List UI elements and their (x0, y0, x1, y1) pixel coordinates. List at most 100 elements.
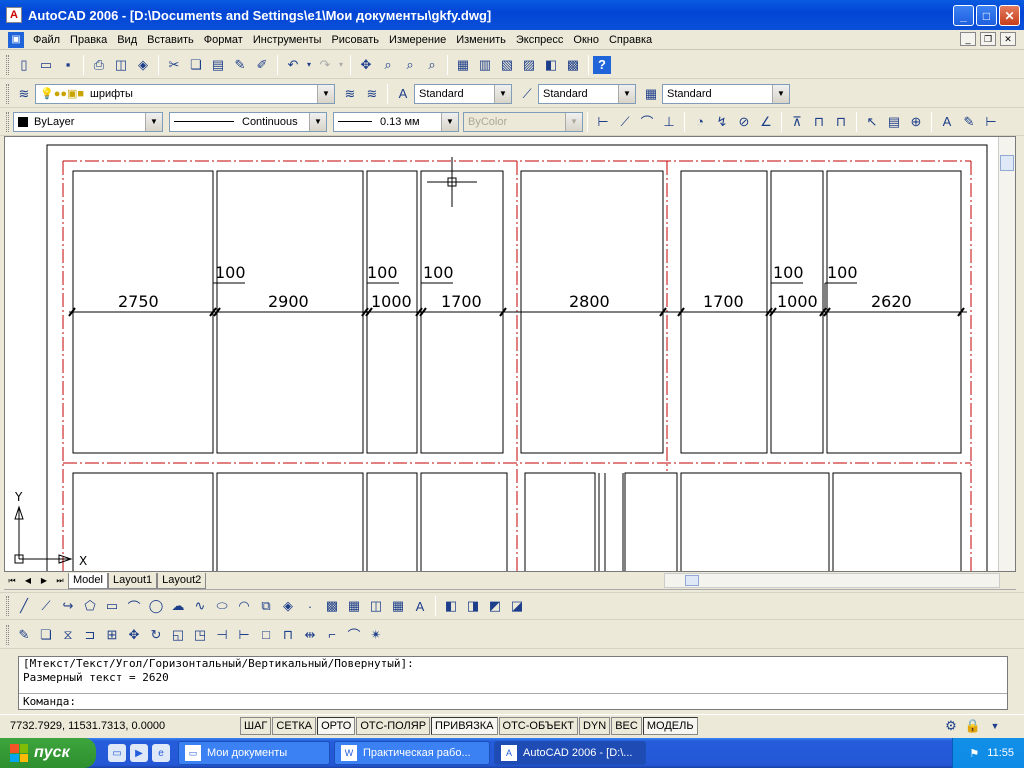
menu-draw[interactable]: Рисовать (326, 34, 384, 46)
dim-arc-icon[interactable]: ⌒ (636, 111, 658, 133)
start-button[interactable]: пуск (0, 738, 96, 768)
quick-dim-icon[interactable]: ⊼ (786, 111, 808, 133)
snap-button[interactable]: ШАГ (240, 716, 272, 735)
chevron-down-icon[interactable]: ▼ (441, 112, 458, 131)
redo-dropdown-icon[interactable]: ▾ (336, 54, 346, 76)
document-icon[interactable]: ▣ (8, 31, 24, 48)
polyline-icon[interactable]: ↪ (57, 595, 79, 617)
drawing-svg[interactable]: 2750 2900 1000 1700 2800 1700 1000 2620 … (5, 137, 999, 572)
polar-button[interactable]: ОТС-ПОЛЯР (356, 716, 431, 735)
break-at-point-icon[interactable]: □ (255, 624, 277, 646)
drawing-canvas[interactable]: 2750 2900 1000 1700 2800 1700 1000 2620 … (4, 136, 1016, 572)
region-icon[interactable]: ◫ (365, 595, 387, 617)
trim-icon[interactable]: ⊣ (211, 624, 233, 646)
last-tab-icon[interactable]: ⏭ (52, 574, 68, 588)
dim-baseline-icon[interactable]: ⊓ (808, 111, 830, 133)
toolbar-grip[interactable] (6, 83, 9, 104)
rectangle-icon[interactable]: ▭ (101, 595, 123, 617)
lineweight-select[interactable]: 0.13 мм ▼ (333, 111, 459, 132)
sheet-set-icon[interactable]: ▨ (518, 54, 540, 76)
spline-icon[interactable]: ∿ (189, 595, 211, 617)
dim-text[interactable]: 2900 (268, 292, 309, 311)
dim-text[interactable]: 1000 (371, 292, 412, 311)
dim-style-icon[interactable]: ⟋ (516, 83, 538, 105)
line-icon[interactable]: ╱ (13, 595, 35, 617)
hatch-icon[interactable]: ▩ (321, 595, 343, 617)
menu-window[interactable]: Окно (568, 34, 604, 46)
language-icon[interactable]: ⚑ (969, 747, 979, 760)
quick-leader-icon[interactable]: ↖ (861, 111, 883, 133)
chevron-down-icon[interactable]: ▼ (772, 84, 789, 103)
scale-icon[interactable]: ◱ (167, 624, 189, 646)
tool-palettes-icon[interactable]: ▧ (496, 54, 518, 76)
vertical-scrollbar[interactable] (998, 137, 1015, 571)
layer-manager-icon[interactable]: ≋ (13, 83, 35, 105)
doc-restore-button[interactable]: ❐ (980, 32, 996, 46)
array-icon[interactable]: ⊞ (101, 624, 123, 646)
dim-text-small[interactable]: 100 (215, 263, 246, 282)
clock[interactable]: 11:55 (987, 747, 1014, 759)
erase-icon[interactable]: ✎ (13, 624, 35, 646)
table-style-select[interactable]: Standard ▼ (662, 83, 790, 104)
menu-format[interactable]: Формат (199, 34, 248, 46)
minimize-button[interactable]: _ (953, 5, 974, 26)
dim-text-edit-icon[interactable]: ✎ (958, 111, 980, 133)
status-menu-icon[interactable]: ▼ (984, 715, 1006, 737)
tolerance-icon[interactable]: ▤ (883, 111, 905, 133)
markup-icon[interactable]: ◧ (540, 54, 562, 76)
dim-linear-icon[interactable]: ⊢ (592, 111, 614, 133)
rotate-icon[interactable]: ↻ (145, 624, 167, 646)
layer-previous-icon[interactable]: ≋ (361, 83, 383, 105)
dim-radius-icon[interactable]: ◔ (689, 111, 711, 133)
zoom-realtime-icon[interactable]: ⌕ (377, 54, 399, 76)
toolbar-grip[interactable] (6, 111, 9, 132)
paste-icon[interactable]: ▤ (207, 54, 229, 76)
print-icon[interactable]: ⎙ (88, 54, 110, 76)
ellipse-arc-icon[interactable]: ◠ (233, 595, 255, 617)
scroll-thumb[interactable] (1000, 155, 1014, 171)
tab-layout2[interactable]: Layout2 (157, 572, 207, 589)
menu-express[interactable]: Экспресс (511, 34, 569, 46)
linetype-select[interactable]: Continuous ▼ (169, 111, 327, 132)
block-editor-icon[interactable]: ✐ (251, 54, 273, 76)
show-desktop-icon[interactable]: ▭ (108, 744, 126, 762)
dim-style-select[interactable]: Standard ▼ (538, 83, 636, 104)
dim-text[interactable]: 2800 (569, 292, 610, 311)
zoom-previous-icon[interactable]: ⌕ (421, 54, 443, 76)
menu-dimension[interactable]: Измерение (384, 34, 451, 46)
maximize-button[interactable]: □ (976, 5, 997, 26)
chevron-down-icon[interactable]: ▼ (145, 112, 162, 131)
dim-text-small[interactable]: 100 (827, 263, 858, 282)
preview-icon[interactable]: ◫ (110, 54, 132, 76)
match-properties-icon[interactable]: ✎ (229, 54, 251, 76)
new-icon[interactable]: ▯ (13, 54, 35, 76)
calculator-icon[interactable]: ▩ (562, 54, 584, 76)
menu-tools[interactable]: Инструменты (248, 34, 327, 46)
dim-ordinate-icon[interactable]: ⊥ (658, 111, 680, 133)
stretch-icon[interactable]: ◳ (189, 624, 211, 646)
polygon-icon[interactable]: ⬠ (79, 595, 101, 617)
design-center-icon[interactable]: ▥ (474, 54, 496, 76)
make-block-icon[interactable]: ◈ (277, 595, 299, 617)
copy-object-icon[interactable]: ❏ (35, 624, 57, 646)
communication-center-icon[interactable]: ⚙ (940, 715, 962, 737)
tab-layout1[interactable]: Layout1 (107, 572, 158, 589)
dim-text[interactable]: 2620 (871, 292, 912, 311)
horizontal-scrollbar[interactable] (664, 573, 1000, 588)
table-icon[interactable]: ▦ (387, 595, 409, 617)
coordinates-display[interactable]: 7732.7929, 11531.7313, 0.0000 (0, 720, 240, 732)
toolbar-grip[interactable] (6, 596, 9, 616)
doc-minimize-button[interactable]: _ (960, 32, 976, 46)
doc-close-button[interactable]: ✕ (1000, 32, 1016, 46)
otrack-button[interactable]: ОТС-ОБЪЕКТ (498, 716, 578, 735)
dim-text[interactable]: 2750 (118, 292, 159, 311)
menu-insert[interactable]: Вставить (142, 34, 199, 46)
draworder-above-icon[interactable]: ◩ (484, 595, 506, 617)
task-word-document[interactable]: W Практическая рабо... (334, 741, 490, 765)
menu-file[interactable]: Файл (28, 34, 65, 46)
arc-icon[interactable]: ⌒ (123, 595, 145, 617)
menu-edit[interactable]: Правка (65, 34, 112, 46)
multiline-text-icon[interactable]: A (409, 595, 431, 617)
publish-icon[interactable]: ◈ (132, 54, 154, 76)
chevron-down-icon[interactable]: ▼ (618, 84, 635, 103)
